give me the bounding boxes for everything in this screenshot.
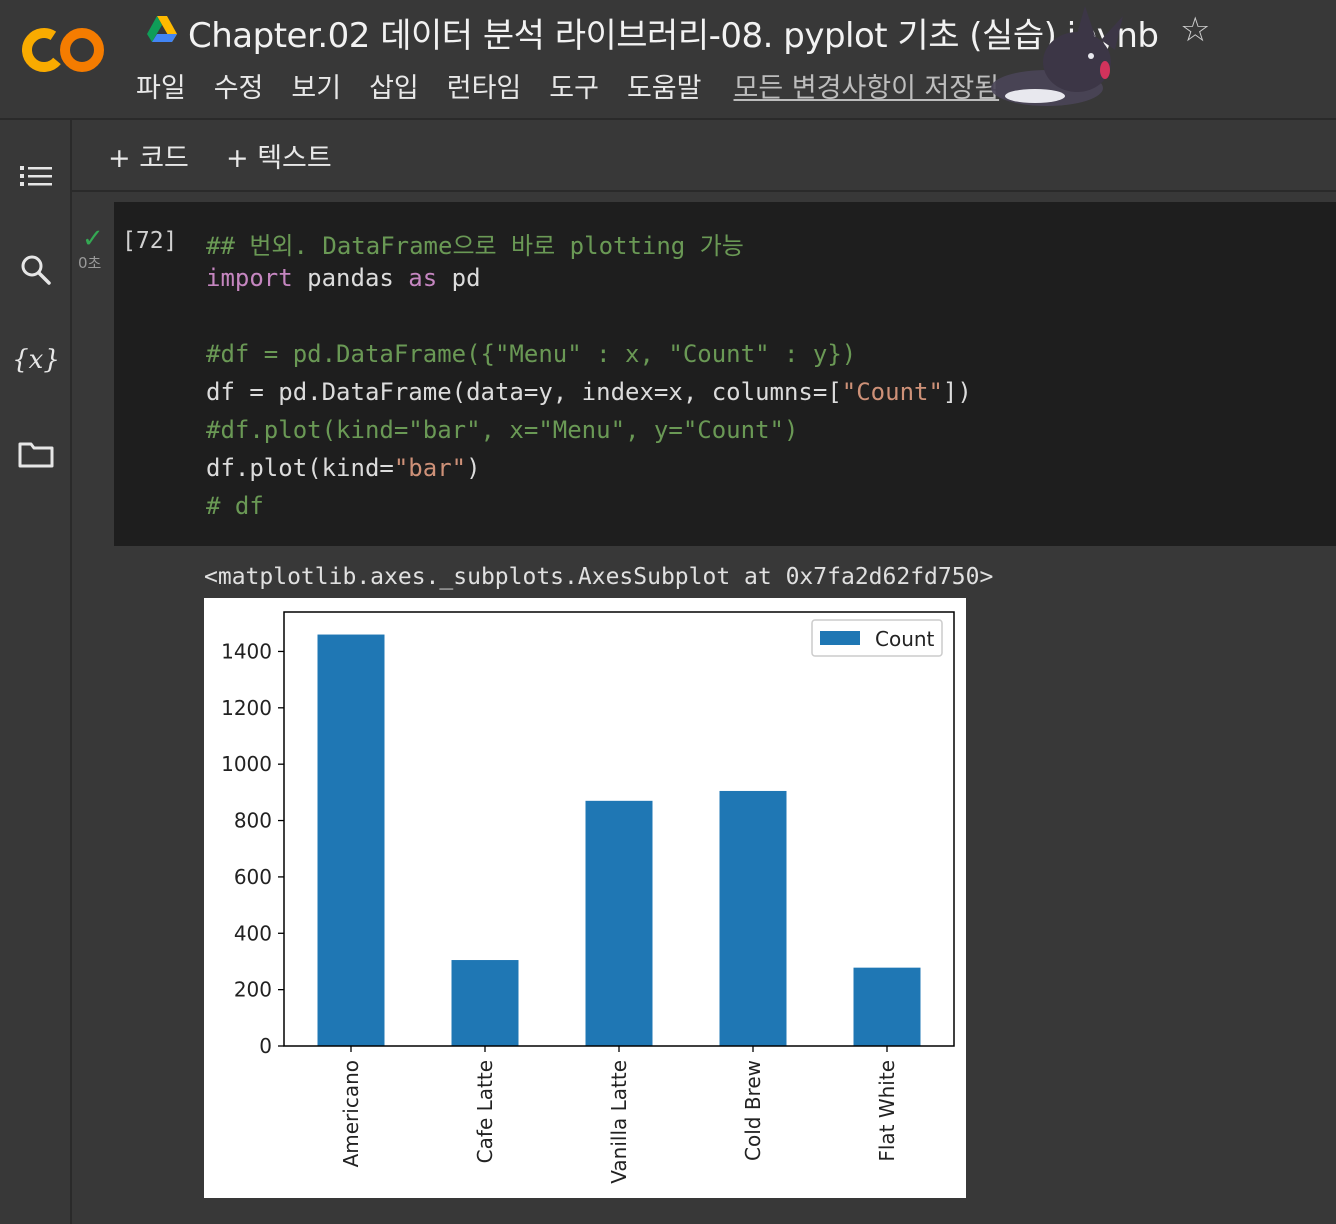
code-line: df.plot(kind="bar")	[206, 454, 481, 482]
add-text-button[interactable]: + 텍스트	[226, 136, 332, 175]
code-token: # df	[206, 492, 264, 520]
code-token: import	[206, 264, 293, 292]
y-tick-label: 1400	[221, 639, 272, 663]
x-tick-label: Vanilla Latte	[607, 1060, 631, 1184]
legend-label: Count	[875, 627, 935, 651]
x-tick-label: Cafe Latte	[473, 1060, 497, 1163]
plot-output: 0 200 400 600 800 1000 1200 1400 Americano Cafe L…	[204, 598, 966, 1198]
variables-icon[interactable]: {x}	[14, 338, 58, 382]
menu-view[interactable]: 보기	[291, 66, 341, 106]
star-icon[interactable]: ☆	[1180, 10, 1210, 50]
y-tick-label: 200	[234, 978, 272, 1002]
bar-cafe-latte	[451, 960, 519, 1046]
colab-logo[interactable]	[22, 22, 106, 78]
search-icon[interactable]	[14, 248, 58, 292]
save-status-link[interactable]: 모든 변경사항이 저장됨	[734, 66, 1000, 106]
code-token: #df.plot(kind="bar", x="Menu", y="Count"…	[206, 416, 799, 444]
bar-cold-brew	[719, 790, 787, 1046]
legend-swatch	[820, 631, 860, 645]
bar-chart: 0 200 400 600 800 1000 1200 1400 Americano Cafe L…	[221, 611, 955, 1184]
code-token: "bar"	[393, 454, 467, 482]
x-tick-label: Cold Brew	[741, 1060, 765, 1161]
code-token: df.plot(kind=	[206, 454, 394, 482]
notebook-toolbar: + 코드 + 텍스트	[72, 120, 1336, 192]
code-token: "Count"	[841, 378, 943, 406]
y-tick-label: 800	[234, 809, 272, 833]
menu-edit[interactable]: 수정	[214, 66, 264, 106]
y-tick-label: 0	[259, 1034, 272, 1058]
menu-tools[interactable]: 도구	[549, 66, 599, 106]
menu-insert[interactable]: 삽입	[369, 66, 419, 106]
code-line: import pandas as pd	[206, 264, 481, 292]
bar-flat-white	[853, 967, 921, 1046]
y-tick-label: 400	[234, 921, 272, 945]
bar-americano	[317, 634, 385, 1046]
menu-help[interactable]: 도움말	[627, 66, 702, 106]
execution-time: 0초	[78, 254, 102, 272]
y-tick-label: 1200	[221, 696, 272, 720]
code-line: df = pd.DataFrame(data=y, index=x, colum…	[206, 378, 972, 406]
code-line: #df = pd.DataFrame({"Menu" : x, "Count" …	[206, 340, 856, 368]
code-token: df = pd.DataFrame(data=y, index=x, colum…	[206, 378, 842, 406]
bar-vanilla-latte	[585, 800, 653, 1046]
menu-file[interactable]: 파일	[136, 66, 186, 106]
code-line: #df.plot(kind="bar", x="Menu", y="Count"…	[206, 416, 798, 444]
folder-icon[interactable]	[14, 432, 58, 476]
drive-icon[interactable]	[146, 14, 178, 44]
code-token: ## 번외. DataFrame으로 바로 plotting 가능	[206, 232, 744, 260]
code-line: # df	[206, 492, 264, 520]
table-of-contents-icon[interactable]	[14, 156, 58, 200]
code-token: ])	[942, 378, 972, 406]
code-token: #df = pd.DataFrame({"Menu" : x, "Count" …	[206, 340, 857, 368]
code-token: pd	[437, 264, 481, 292]
run-success-check-icon[interactable]: ✓	[82, 224, 104, 254]
add-code-button[interactable]: + 코드	[108, 136, 189, 175]
cell-output-text: <matplotlib.axes._subplots.AxesSubplot a…	[204, 564, 994, 590]
y-tick-label: 1000	[221, 752, 272, 776]
code-line: ## 번외. DataFrame으로 바로 plotting 가능	[206, 226, 744, 261]
code-token: pandas	[292, 264, 409, 292]
menu-runtime[interactable]: 런타임	[447, 66, 522, 106]
left-sidebar: {x}	[0, 120, 72, 1224]
code-token: as	[408, 264, 438, 292]
execution-count: [72]	[122, 228, 178, 254]
y-tick-label: 600	[234, 865, 272, 889]
svg-text:{x}: {x}	[14, 345, 58, 375]
x-tick-label: Americano	[339, 1060, 363, 1167]
mascot-pet-image	[991, 6, 1123, 106]
x-tick-label: Flat White	[875, 1060, 899, 1162]
code-token: )	[466, 454, 481, 482]
menu-bar: 파일 수정 보기 삽입 런타임 도구 도움말 모든 변경사항이 저장됨	[136, 66, 999, 106]
